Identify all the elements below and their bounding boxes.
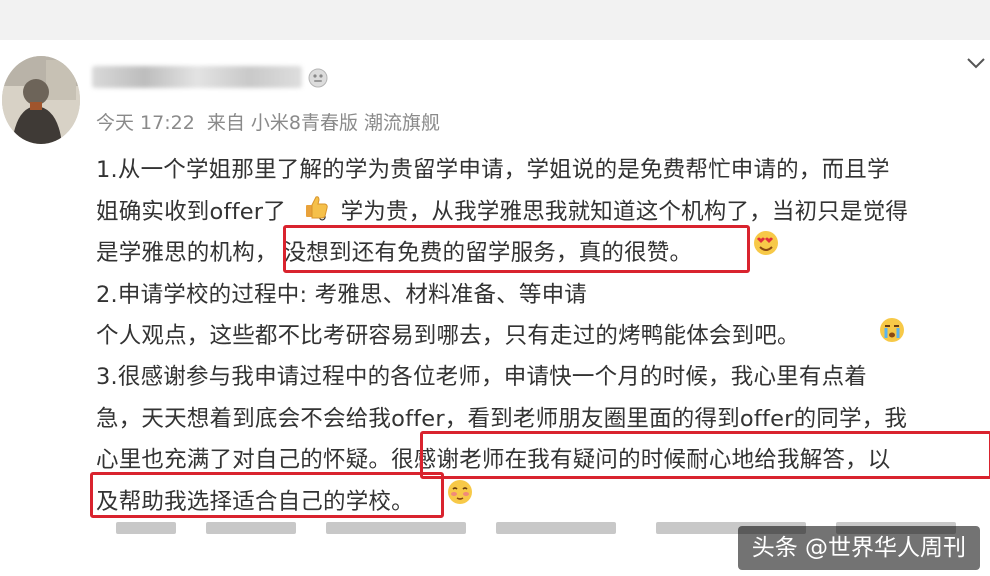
- screenshot-page: 今天 17:22 来自 小米8青春版 潮流旗舰 1.从一个学姐那里了解的学为贵留…: [0, 0, 990, 576]
- username-blurred[interactable]: [92, 66, 302, 88]
- cut-off-glyphs: [206, 522, 296, 534]
- post-text-line: 心里也充满了对自己的怀疑。很感谢老师在我有疑问的时候耐心地给我解答，以: [96, 442, 891, 474]
- post-text-line: 姐确实收到offer了 。学为贵，从我学雅思我就知道这个机构了，当初只是觉得: [96, 194, 908, 226]
- avatar-image: [2, 56, 80, 144]
- post-text-line: 急，天天想着到底会不会给我offer，看到老师朋友圈里面的得到offer的同学，…: [96, 406, 908, 432]
- post-text-line: 个人观点，这些都不比考研容易到哪去，只有走过的烤鸭能体会到吧。: [96, 323, 800, 349]
- heart-eyes-emoji-icon: [754, 231, 778, 255]
- crying-emoji-icon: [880, 318, 904, 342]
- vip-badge-icon: [308, 68, 328, 88]
- post-text-segment: 姐确实收到offer了: [96, 199, 286, 225]
- top-strip: [0, 0, 990, 40]
- post-text-segment: 没想到还有免费的留学服务，真的很赞。: [283, 240, 693, 266]
- post-text-line: 3.很感谢参与我申请过程中的各位老师，申请快一个月的时候，我心里有点着: [96, 364, 867, 390]
- avatar[interactable]: [2, 56, 80, 144]
- post-text-segment: 心里也充满了对自己的怀疑。: [96, 447, 392, 473]
- post-meta: 今天 17:22 来自 小米8青春版 潮流旗舰: [96, 108, 446, 135]
- post-text-segment: 很感谢老师在我有疑问的时候耐心地给我解答，以: [391, 447, 891, 473]
- post-source[interactable]: 来自 小米8青春版 潮流旗舰: [207, 112, 440, 134]
- chevron-down-icon[interactable]: [966, 56, 986, 70]
- toutiao-watermark: 头条 @世界华人周刊: [737, 526, 980, 570]
- cut-off-glyphs: [326, 522, 466, 534]
- shy-emoji-icon: [448, 480, 472, 504]
- post-text-segment: 是学雅思的机构，: [96, 240, 278, 266]
- cut-off-glyphs: [496, 522, 616, 534]
- post-text-line: 1.从一个学姐那里了解的学为贵留学申请，学姐说的是免费帮忙申请的，而且学: [96, 157, 890, 183]
- cut-off-glyphs: [116, 522, 176, 534]
- post-text-line: 及帮助我选择适合自己的学校。: [96, 489, 414, 515]
- post-text-line: 2.申请学校的过程中: 考雅思、材料准备、等申请: [96, 282, 588, 308]
- post-text-line: 是学雅思的机构， 没想到还有免费的留学服务，真的很赞。: [96, 235, 692, 267]
- thumbs-up-emoji-icon: [306, 196, 328, 219]
- post-time: 今天 17:22: [96, 112, 195, 134]
- post-text-segment: 。学为贵，从我学雅思我就知道这个机构了，当初只是觉得: [317, 199, 909, 225]
